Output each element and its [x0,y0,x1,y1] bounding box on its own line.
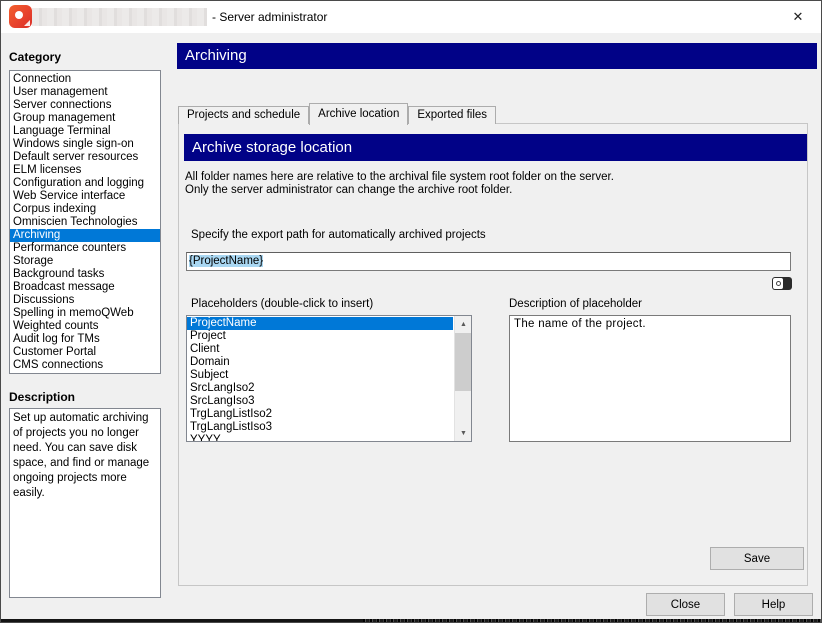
category-list-item[interactable]: Group management [10,112,160,125]
category-list-item[interactable]: Archiving [10,229,160,242]
case-toggle-icon[interactable] [772,277,792,290]
category-list-item[interactable]: Broadcast message [10,281,160,294]
placeholder-description-label: Description of placeholder [509,298,642,310]
category-list-item[interactable]: Corpus indexing [10,203,160,216]
category-list-item[interactable]: Discussions [10,294,160,307]
placeholders-label: Placeholders (double-click to insert) [191,298,373,310]
category-list-item[interactable]: Customer Portal [10,346,160,359]
category-list-item[interactable]: Connection [10,73,160,86]
category-list-item[interactable]: Audit log for TMs [10,333,160,346]
redacted-bottom-strip [1,619,822,623]
category-list-item[interactable]: User management [10,86,160,99]
info-text: All folder names here are relative to th… [185,171,614,197]
category-list-item[interactable]: Windows single sign-on [10,138,160,151]
redacted-server-name [32,8,207,26]
category-list-item[interactable]: Language Terminal [10,125,160,138]
placeholders-scrollbar[interactable]: ▲ ▼ [454,316,471,441]
scrollbar-thumb[interactable] [455,333,472,391]
export-path-input[interactable]: {ProjectName} [186,252,791,271]
memoq-logo-icon [9,5,32,28]
category-list-item[interactable]: Configuration and logging [10,177,160,190]
placeholder-list-item[interactable]: SrcLangIso3 [187,395,453,408]
placeholders-list[interactable]: ProjectNameProjectClientDomainSubjectSrc… [186,315,472,442]
close-window-button[interactable]: ✕ [775,1,821,32]
scroll-up-icon[interactable]: ▲ [455,316,472,332]
scroll-down-icon[interactable]: ▼ [455,425,472,441]
server-administrator-window: - Server administrator ✕ Category Connec… [0,0,822,623]
title-bar: - Server administrator ✕ [1,1,821,33]
tab-strip: Projects and scheduleArchive locationExp… [178,102,496,124]
section-title: Archive storage location [184,134,807,161]
window-title: - Server administrator [212,10,327,24]
tab[interactable]: Exported files [408,106,496,124]
info-line-1: All folder names here are relative to th… [185,171,614,184]
category-description-box: Set up automatic archiving of projects y… [9,408,161,598]
placeholder-list-item[interactable]: TrgLangListIso2 [187,408,453,421]
description-label: Description [9,390,75,404]
category-list-item[interactable]: Storage [10,255,160,268]
placeholder-list-item[interactable]: YYYY [187,434,453,442]
placeholder-description-box: The name of the project. [509,315,791,442]
category-list-item[interactable]: Web Service interface [10,190,160,203]
category-list-item[interactable]: Weighted counts [10,320,160,333]
tab[interactable]: Projects and schedule [178,106,309,124]
category-list-item[interactable]: Default server resources [10,151,160,164]
placeholder-list-item[interactable]: Domain [187,356,453,369]
page-title: Archiving [177,43,817,69]
placeholder-list-item[interactable]: TrgLangListIso3 [187,421,453,434]
info-line-2: Only the server administrator can change… [185,184,614,197]
category-list-item[interactable]: Performance counters [10,242,160,255]
category-list-item[interactable]: CMS connections [10,359,160,372]
placeholder-list-item[interactable]: SrcLangIso2 [187,382,453,395]
save-button[interactable]: Save [710,547,804,570]
placeholder-list-item[interactable]: Client [187,343,453,356]
placeholder-list-item[interactable]: ProjectName [187,317,453,330]
placeholder-list-item[interactable]: Subject [187,369,453,382]
category-list-item[interactable]: ELM licenses [10,164,160,177]
category-label: Category [9,50,61,64]
close-button[interactable]: Close [646,593,725,616]
tab[interactable]: Archive location [309,103,408,125]
category-list-item[interactable]: Omniscien Technologies [10,216,160,229]
category-list-item[interactable]: Server connections [10,99,160,112]
category-list-item[interactable]: Background tasks [10,268,160,281]
close-icon: ✕ [793,9,804,25]
category-list-item[interactable]: Spelling in memoQWeb [10,307,160,320]
export-path-label: Specify the export path for automaticall… [191,229,486,241]
category-list[interactable]: ConnectionUser managementServer connecti… [9,70,161,374]
export-path-value: {ProjectName} [189,255,263,267]
placeholder-list-item[interactable]: Project [187,330,453,343]
help-button[interactable]: Help [734,593,813,616]
